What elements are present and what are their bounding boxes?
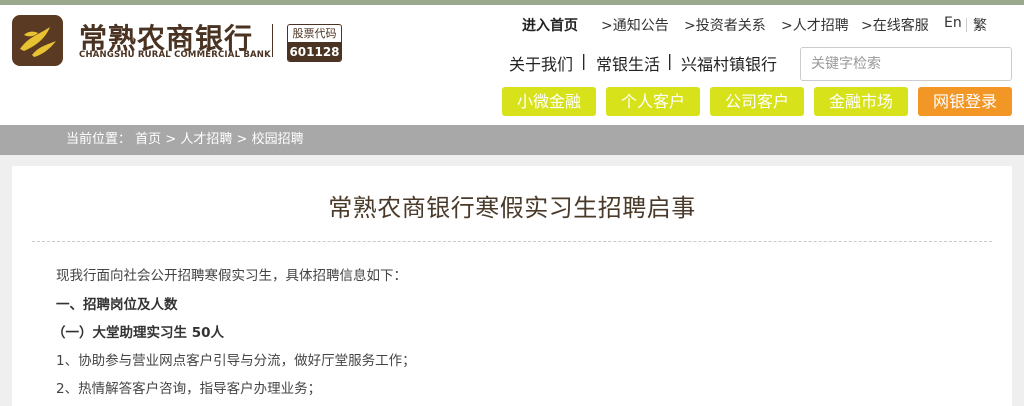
breadcrumb-careers[interactable]: 人才招聘	[180, 132, 232, 147]
link-about-us[interactable]: 关于我们	[509, 51, 573, 75]
lang-english[interactable]: En	[944, 15, 962, 31]
link-investor-relations[interactable]: >投资者关系	[684, 15, 766, 35]
sublink-separator: |	[581, 51, 587, 70]
breadcrumb-bar: 当前位置： 首页 > 人才招聘 > 校园招聘	[0, 125, 1024, 155]
link-xingfu-village-bank[interactable]: 兴福村镇银行	[681, 51, 777, 75]
article-panel: 常熟农商银行寒假实习生招聘启事 现我行面向社会公开招聘寒假实习生，具体招聘信息如…	[12, 166, 1012, 406]
link-careers[interactable]: >人才招聘	[781, 15, 849, 35]
link-bank-life[interactable]: 常银生活	[596, 51, 660, 75]
breadcrumb-prefix: 当前位置：	[66, 132, 132, 147]
article-subheading: （一）大堂助理实习生 50人	[52, 325, 224, 341]
breadcrumb: 当前位置： 首页 > 人才招聘 > 校园招聘	[66, 125, 304, 155]
lang-traditional[interactable]: 繁	[973, 15, 987, 35]
breadcrumb-separator: >	[236, 132, 248, 147]
nav-small-business[interactable]: 小微金融	[502, 87, 596, 116]
title-divider	[32, 241, 992, 242]
breadcrumb-campus-recruitment[interactable]: 校园招聘	[252, 132, 304, 147]
link-online-service[interactable]: >在线客服	[861, 15, 929, 35]
online-banking-login-button[interactable]: 网银登录	[918, 87, 1012, 116]
article-paragraph: 现我行面向社会公开招聘寒假实习生，具体招聘信息如下：	[56, 268, 407, 284]
breadcrumb-home[interactable]: 首页	[135, 132, 161, 147]
article-paragraph: 2、热情解答客户咨询，指导客户办理业务；	[56, 381, 322, 397]
breadcrumb-separator: >	[165, 132, 177, 147]
search-input[interactable]	[800, 47, 1012, 81]
article-paragraph: 1、协助参与营业网点客户引导与分流，做好厅堂服务工作；	[56, 353, 416, 369]
nav-personal[interactable]: 个人客户	[606, 87, 700, 116]
nav-financial-markets[interactable]: 金融市场	[814, 87, 908, 116]
sublink-separator: |	[667, 51, 673, 70]
top-links: 进入首页 >通知公告 >投资者关系 >人才招聘 >在线客服 En 繁	[0, 15, 1024, 35]
article-section-heading: 一、招聘岗位及人数	[56, 297, 178, 313]
article-title: 常熟农商银行寒假实习生招聘启事	[328, 194, 696, 222]
link-notices[interactable]: >通知公告	[601, 15, 669, 35]
link-home[interactable]: 进入首页	[522, 15, 578, 35]
nav-corporate[interactable]: 公司客户	[710, 87, 804, 116]
site-header: 常熟农商银行 CHANGSHU RURAL COMMERCIAL BANK 股票…	[0, 5, 1024, 125]
lang-divider	[966, 18, 967, 32]
